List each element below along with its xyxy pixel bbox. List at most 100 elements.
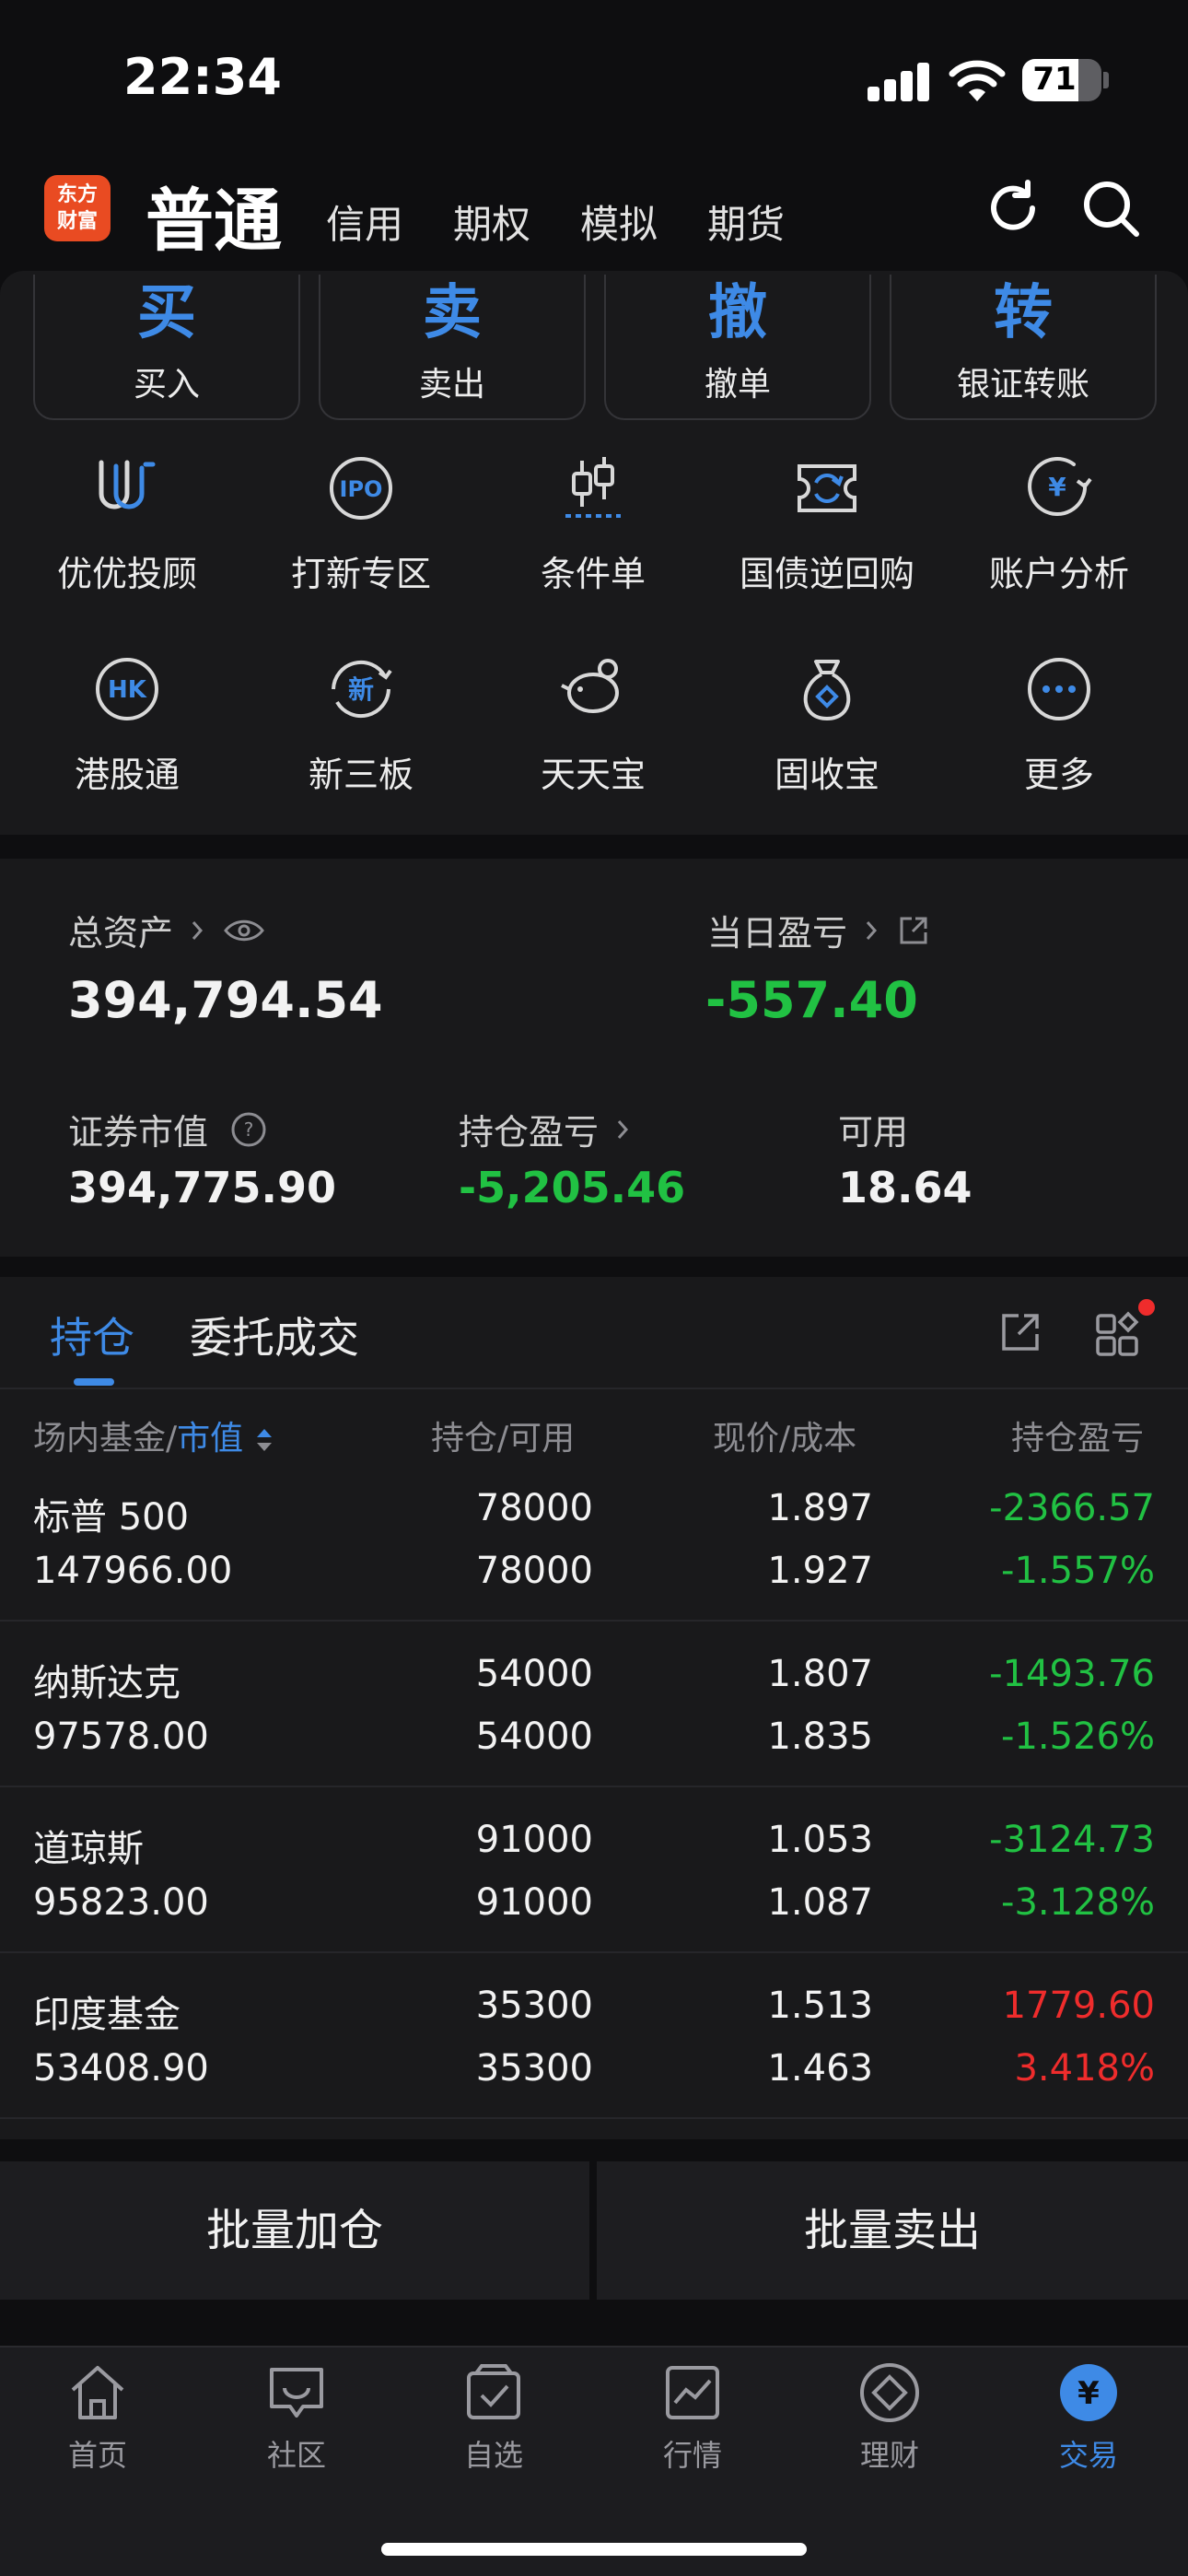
column-header-qty[interactable]: 持仓/可用 xyxy=(431,1411,575,1459)
total-assets-label: 总资产 xyxy=(68,913,174,954)
chevron-right-icon xyxy=(192,920,204,940)
watchlist-icon xyxy=(467,2364,520,2419)
nav-wealth[interactable]: 理财 xyxy=(816,2360,963,2475)
holding-price: 1.053 xyxy=(767,1819,873,1861)
search-icon[interactable] xyxy=(1079,177,1142,240)
refresh-icon[interactable] xyxy=(982,177,1044,240)
service-label: 天天宝 xyxy=(540,755,646,795)
row-divider xyxy=(0,1951,1188,1953)
service-label: 账户分析 xyxy=(988,554,1129,594)
layout-grid-icon[interactable] xyxy=(1094,1308,1146,1360)
eye-icon[interactable] xyxy=(223,917,265,944)
bank-transfer-button[interactable]: 转 银证转账 xyxy=(890,275,1157,420)
nav-label: 首页 xyxy=(67,2438,127,2473)
service-new-third-board[interactable]: 新 新三板 xyxy=(260,654,462,797)
tab-normal[interactable]: 普通 xyxy=(146,166,282,264)
tab-orders-trades[interactable]: 委托成交 xyxy=(190,1305,359,1365)
buy-label: 买入 xyxy=(133,366,200,404)
holding-quantity: 54000 xyxy=(475,1653,593,1695)
holding-pl-percent: -3.128% xyxy=(1001,1881,1155,1924)
service-label: 国债逆回购 xyxy=(739,554,914,594)
cancel-order-button[interactable]: 撤 撤单 xyxy=(604,275,871,420)
hk-icon: HK xyxy=(96,658,158,720)
help-icon[interactable]: ? xyxy=(230,1111,267,1148)
ipo-icon: IPO xyxy=(330,457,392,520)
total-assets-header[interactable]: 总资产 xyxy=(68,905,265,955)
buy-glyph: 买 xyxy=(137,279,196,347)
nav-community[interactable]: 社区 xyxy=(223,2360,370,2475)
service-tiantianbao[interactable]: 天天宝 xyxy=(492,654,694,797)
holding-quantity: 91000 xyxy=(475,1819,593,1861)
row-divider xyxy=(0,2117,1188,2119)
tab-futures[interactable]: 期货 xyxy=(707,193,785,250)
wealth-icon xyxy=(860,2363,919,2422)
chevron-right-icon xyxy=(866,920,878,940)
holding-available: 35300 xyxy=(475,2047,593,2090)
service-bond-repo[interactable]: 国债逆回购 xyxy=(726,453,928,596)
transfer-glyph: 转 xyxy=(994,279,1053,347)
service-ipo-zone[interactable]: IPO 打新专区 xyxy=(260,453,462,596)
row-divider xyxy=(0,1620,1188,1622)
daily-pl-label: 当日盈亏 xyxy=(707,913,848,954)
position-pl-header[interactable]: 持仓盈亏 xyxy=(459,1104,632,1154)
bottom-tab-bar xyxy=(0,2346,1188,2576)
active-tab-indicator xyxy=(74,1378,114,1386)
holding-pl: -1493.76 xyxy=(989,1653,1155,1695)
nav-home[interactable]: 首页 xyxy=(24,2360,171,2475)
notification-dot xyxy=(1138,1299,1155,1316)
column-header-price[interactable]: 现价/成本 xyxy=(713,1411,856,1459)
tab-simulation[interactable]: 模拟 xyxy=(580,193,658,250)
nav-label: 理财 xyxy=(859,2438,919,2473)
battery-cap xyxy=(1103,72,1109,88)
column-header-fund[interactable]: 场内基金/市值 xyxy=(33,1411,274,1459)
holding-pl-percent: 3.418% xyxy=(1014,2047,1155,2090)
nav-trade[interactable]: ¥ 交易 xyxy=(1015,2360,1162,2475)
nav-watchlist[interactable]: 自选 xyxy=(420,2360,567,2475)
holding-pl: -2366.57 xyxy=(989,1487,1155,1529)
nav-label: 行情 xyxy=(662,2438,722,2473)
position-pl-value: -5,205.46 xyxy=(459,1163,686,1212)
service-more[interactable]: 更多 xyxy=(958,654,1160,797)
svg-text:新: 新 xyxy=(348,674,374,705)
uu-advisor-icon xyxy=(99,460,156,509)
available-label: 可用 xyxy=(838,1112,909,1153)
tab-positions[interactable]: 持仓 xyxy=(50,1305,134,1365)
sort-icon xyxy=(256,1429,272,1451)
daily-pl-value: -557.40 xyxy=(705,971,918,1029)
batch-add-button[interactable]: 批量加仓 xyxy=(0,2161,589,2300)
logo-text-line1: 东方 xyxy=(56,183,98,206)
nav-market[interactable]: 行情 xyxy=(619,2360,766,2475)
nav-label: 社区 xyxy=(266,2438,326,2473)
service-label: 优优投顾 xyxy=(56,554,197,594)
cancel-label: 撤单 xyxy=(704,366,771,404)
holding-name: 纳斯达克 xyxy=(33,1662,181,1704)
battery-percent: 71 xyxy=(1032,61,1077,98)
daily-pl-header[interactable]: 当日盈亏 xyxy=(707,905,930,955)
service-hk-connect[interactable]: HK 港股通 xyxy=(26,654,228,797)
holding-name: 标普 500 xyxy=(33,1496,190,1539)
svg-text:HK: HK xyxy=(108,676,147,704)
share-icon[interactable] xyxy=(897,914,930,947)
export-icon[interactable] xyxy=(998,1310,1042,1354)
wifi-icon xyxy=(949,60,1006,101)
total-assets-value: 394,794.54 xyxy=(68,971,383,1029)
buy-button[interactable]: 买 买入 xyxy=(33,275,300,420)
column-fund-label: 场内基金 xyxy=(33,1420,167,1458)
service-label: 条件单 xyxy=(540,554,646,594)
holding-name: 道琼斯 xyxy=(33,1828,144,1870)
tab-credit[interactable]: 信用 xyxy=(326,193,403,250)
holding-quantity: 35300 xyxy=(475,1985,593,2027)
batch-sell-button[interactable]: 批量卖出 xyxy=(597,2161,1188,2300)
service-conditional-order[interactable]: 条件单 xyxy=(492,453,694,596)
service-label: 固收宝 xyxy=(774,755,879,795)
sell-button[interactable]: 卖 卖出 xyxy=(319,275,586,420)
service-account-analysis[interactable]: ¥ 账户分析 xyxy=(958,453,1160,596)
money-bag-icon xyxy=(803,660,851,721)
nav-label: 交易 xyxy=(1058,2438,1118,2473)
svg-text:¥: ¥ xyxy=(1048,472,1066,502)
service-uu-advisor[interactable]: 优优投顾 xyxy=(26,453,228,596)
column-header-pl[interactable]: 持仓盈亏 xyxy=(1011,1411,1188,1459)
tab-options[interactable]: 期权 xyxy=(453,193,530,250)
service-fixed-income[interactable]: 固收宝 xyxy=(726,654,928,797)
service-label: 打新专区 xyxy=(290,554,431,594)
